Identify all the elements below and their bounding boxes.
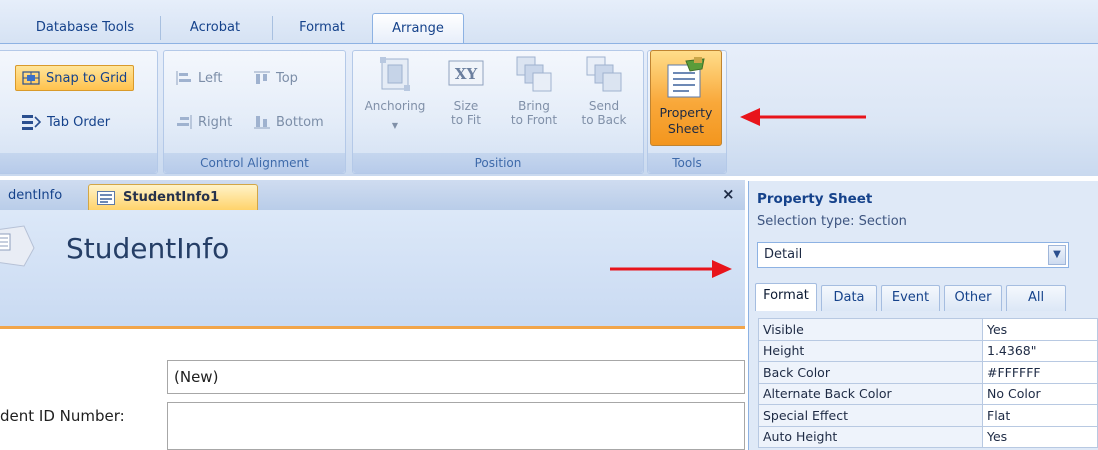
property-value[interactable]: No Color <box>982 382 1098 405</box>
group-position: Anchoring ▼ XY Size to Fit Bring to Fron… <box>352 50 644 174</box>
tab-format[interactable]: Format <box>282 13 362 43</box>
table-row: Special Effect Flat <box>758 404 1098 427</box>
object-select-value: Detail <box>764 247 803 262</box>
align-top-label: Top <box>276 70 298 86</box>
property-sheet-title: Property Sheet <box>757 191 873 207</box>
tab-all[interactable]: All <box>1006 285 1066 311</box>
ribbon-tab-strip: Database Tools Acrobat Format Arrange <box>0 0 1098 48</box>
group-label-tools: Tools <box>648 153 726 173</box>
doc-tab-studentinfo[interactable]: dentInfo <box>0 184 86 210</box>
snap-to-grid-button[interactable]: Snap to Grid <box>15 65 135 91</box>
tab-database-tools[interactable]: Database Tools <box>20 13 150 43</box>
align-right-label: Right <box>198 114 233 130</box>
group-label-control-layout <box>0 153 157 173</box>
snap-grid-icon <box>22 71 40 85</box>
table-row: Height 1.4368" <box>758 339 1098 362</box>
tab-other[interactable]: Other <box>944 285 1002 311</box>
tab-arrange[interactable]: Arrange <box>372 13 464 43</box>
table-row: Visible Yes <box>758 318 1098 341</box>
tab-acrobat[interactable]: Acrobat <box>170 13 260 43</box>
align-right-button[interactable]: Right <box>170 109 238 135</box>
property-key[interactable]: Height <box>758 339 983 362</box>
bring-to-front-label-1: Bring <box>518 99 550 113</box>
student-id-label: dent ID Number: <box>0 407 125 425</box>
object-select[interactable]: Detail ▼ <box>757 242 1069 268</box>
size-to-fit-label-1: Size <box>453 99 479 113</box>
property-sheet-label-1: Property <box>659 105 713 120</box>
send-to-back-button[interactable]: Send to Back <box>571 55 637 127</box>
property-key[interactable]: Alternate Back Color <box>758 382 983 405</box>
property-key[interactable]: Special Effect <box>758 404 983 427</box>
tab-separator <box>160 16 161 40</box>
ribbon: Snap to Grid Tab Order Left Top Right Bo… <box>0 43 1098 176</box>
property-sheet-icon <box>667 57 705 98</box>
group-label-position: Position <box>353 153 643 173</box>
align-left-icon <box>176 71 191 85</box>
align-bottom-button[interactable]: Bottom <box>248 109 330 135</box>
align-bottom-icon <box>254 116 270 129</box>
send-to-back-label-1: Send <box>588 99 620 113</box>
send-to-back-icon <box>586 56 622 92</box>
align-left-button[interactable]: Left <box>170 65 228 91</box>
align-top-icon <box>254 71 270 84</box>
property-value[interactable]: #FFFFFF <box>982 361 1098 384</box>
property-grid: Visible Yes Height 1.4368" Back Color #F… <box>758 318 1098 448</box>
size-to-fit-label-2: to Fit <box>451 113 481 127</box>
property-value[interactable]: Yes <box>982 425 1098 448</box>
record-id-field[interactable]: (New) <box>167 360 745 394</box>
property-key[interactable]: Auto Height <box>758 425 983 448</box>
document-tab-strip: dentInfo StudentInfo1 × <box>0 180 745 210</box>
group-control-layout: Snap to Grid Tab Order <box>0 50 158 174</box>
align-top-button[interactable]: Top <box>248 65 304 91</box>
annotation-arrow-right <box>610 260 732 278</box>
property-value[interactable]: 1.4368" <box>982 339 1098 362</box>
property-key[interactable]: Visible <box>758 318 983 341</box>
svg-text:XY: XY <box>455 65 478 83</box>
bring-to-front-button[interactable]: Bring to Front <box>499 55 569 127</box>
snap-to-grid-label: Snap to Grid <box>46 70 128 86</box>
anchoring-label: Anchoring <box>364 99 426 113</box>
tab-order-label: Tab Order <box>47 114 111 130</box>
close-icon[interactable]: × <box>722 185 735 203</box>
selection-type-label: Selection type: Section <box>757 214 907 229</box>
tab-order-button[interactable]: Tab Order <box>15 109 116 135</box>
align-bottom-label: Bottom <box>276 114 324 130</box>
tab-format[interactable]: Format <box>755 283 817 311</box>
align-right-icon <box>177 115 192 129</box>
tab-separator <box>272 16 273 40</box>
tab-order-icon <box>22 115 41 130</box>
property-value[interactable]: Flat <box>982 404 1098 427</box>
tab-data[interactable]: Data <box>821 285 877 311</box>
doc-tab-studentinfo1[interactable]: StudentInfo1 <box>88 184 258 210</box>
annotation-arrow-left <box>740 108 866 126</box>
group-control-alignment: Left Top Right Bottom Control Alignment <box>163 50 346 174</box>
tab-event[interactable]: Event <box>881 285 940 311</box>
dropdown-arrow-icon: ▼ <box>391 121 399 130</box>
form-logo-icon <box>0 225 35 267</box>
table-row: Auto Height Yes <box>758 425 1098 448</box>
anchoring-button[interactable]: Anchoring ▼ <box>359 55 431 133</box>
bring-to-front-icon <box>516 56 552 92</box>
send-to-back-label-2: to Back <box>581 113 627 127</box>
chevron-down-icon[interactable]: ▼ <box>1048 245 1066 265</box>
size-to-fit-button[interactable]: XY Size to Fit <box>439 55 493 127</box>
student-id-field[interactable] <box>167 402 745 450</box>
property-value[interactable]: Yes <box>982 318 1098 341</box>
table-row: Back Color #FFFFFF <box>758 361 1098 384</box>
group-label-control-alignment: Control Alignment <box>164 153 345 173</box>
property-sheet-button[interactable]: Property Sheet <box>650 50 722 146</box>
anchoring-icon <box>380 57 410 91</box>
form-icon <box>97 190 115 205</box>
bring-to-front-label-2: to Front <box>510 113 558 127</box>
doc-tab-label: StudentInfo1 <box>123 189 220 205</box>
property-sheet-label-2: Sheet <box>667 121 705 136</box>
form-title: StudentInfo <box>66 232 230 265</box>
table-row: Alternate Back Color No Color <box>758 382 1098 405</box>
property-key[interactable]: Back Color <box>758 361 983 384</box>
form-detail: (New) dent ID Number: <box>0 329 745 450</box>
size-to-fit-icon: XY <box>448 60 484 86</box>
align-left-label: Left <box>198 70 223 86</box>
